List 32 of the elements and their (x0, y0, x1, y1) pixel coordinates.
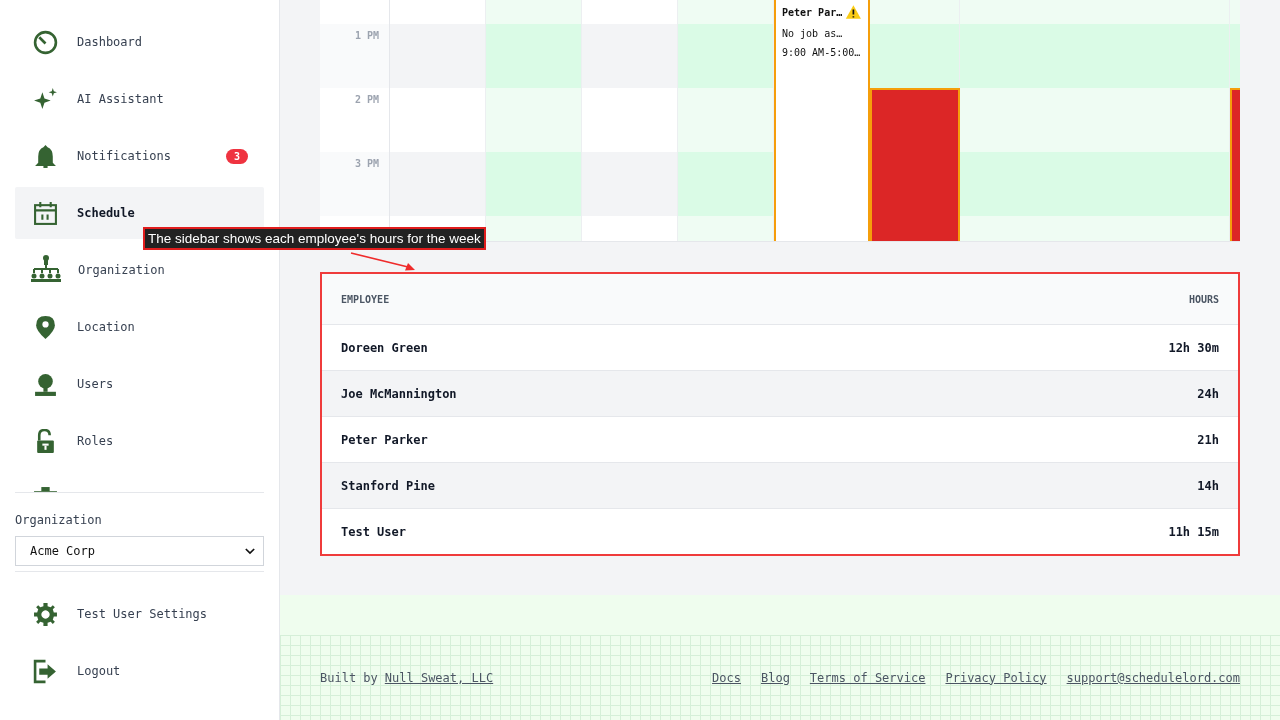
column-header: HOURS (1188, 293, 1219, 305)
organization-label: Organization (15, 513, 103, 527)
employee-name-cell: Doreen Green (341, 340, 428, 355)
sidebar-item-label: Logout (77, 664, 121, 678)
sidebar-item-label: Test User Settings (77, 607, 208, 621)
employee-name-cell: Test User (341, 524, 407, 539)
hours-cell: 11h 15m (1168, 524, 1219, 539)
time-label: 3 PM (354, 158, 379, 171)
sidebar-item-label: Roles (77, 434, 114, 448)
time-label: 2 PM (354, 94, 379, 107)
footer-text: Built by (320, 670, 378, 685)
column-header: EMPLOYEE (341, 293, 390, 305)
hours-cell: 24h (1197, 386, 1219, 401)
employee-name-cell: Stanford Pine (341, 478, 435, 493)
sidebar-item-label: Schedule (77, 206, 135, 220)
sidebar-item-label: Notifications (77, 149, 171, 163)
shift-detail: 9:00 AM-5:00… (782, 47, 862, 58)
shift-detail: No job as… (782, 28, 844, 39)
employee-name-cell: Joe McMannington (341, 386, 457, 401)
hours-cell: 12h 30m (1168, 340, 1219, 355)
shift-title: Peter Par… (782, 6, 843, 18)
employee-name-cell: Peter Parker (341, 432, 428, 447)
sidebar-item-label: Dashboard (77, 35, 143, 49)
hours-cell: 14h (1197, 478, 1219, 493)
sidebar-item-label: Organization (78, 263, 165, 277)
sidebar-item-label: AI Assistant (77, 92, 164, 106)
hours-cell: 21h (1197, 432, 1219, 447)
sidebar-item-label: Users (77, 377, 114, 391)
notification-count-badge: 3 (225, 148, 248, 164)
annotation-tooltip: The sidebar shows each employee's hours for the week (143, 227, 486, 250)
time-label: 1 PM (354, 30, 379, 43)
sidebar-item-label: Location (77, 320, 135, 334)
